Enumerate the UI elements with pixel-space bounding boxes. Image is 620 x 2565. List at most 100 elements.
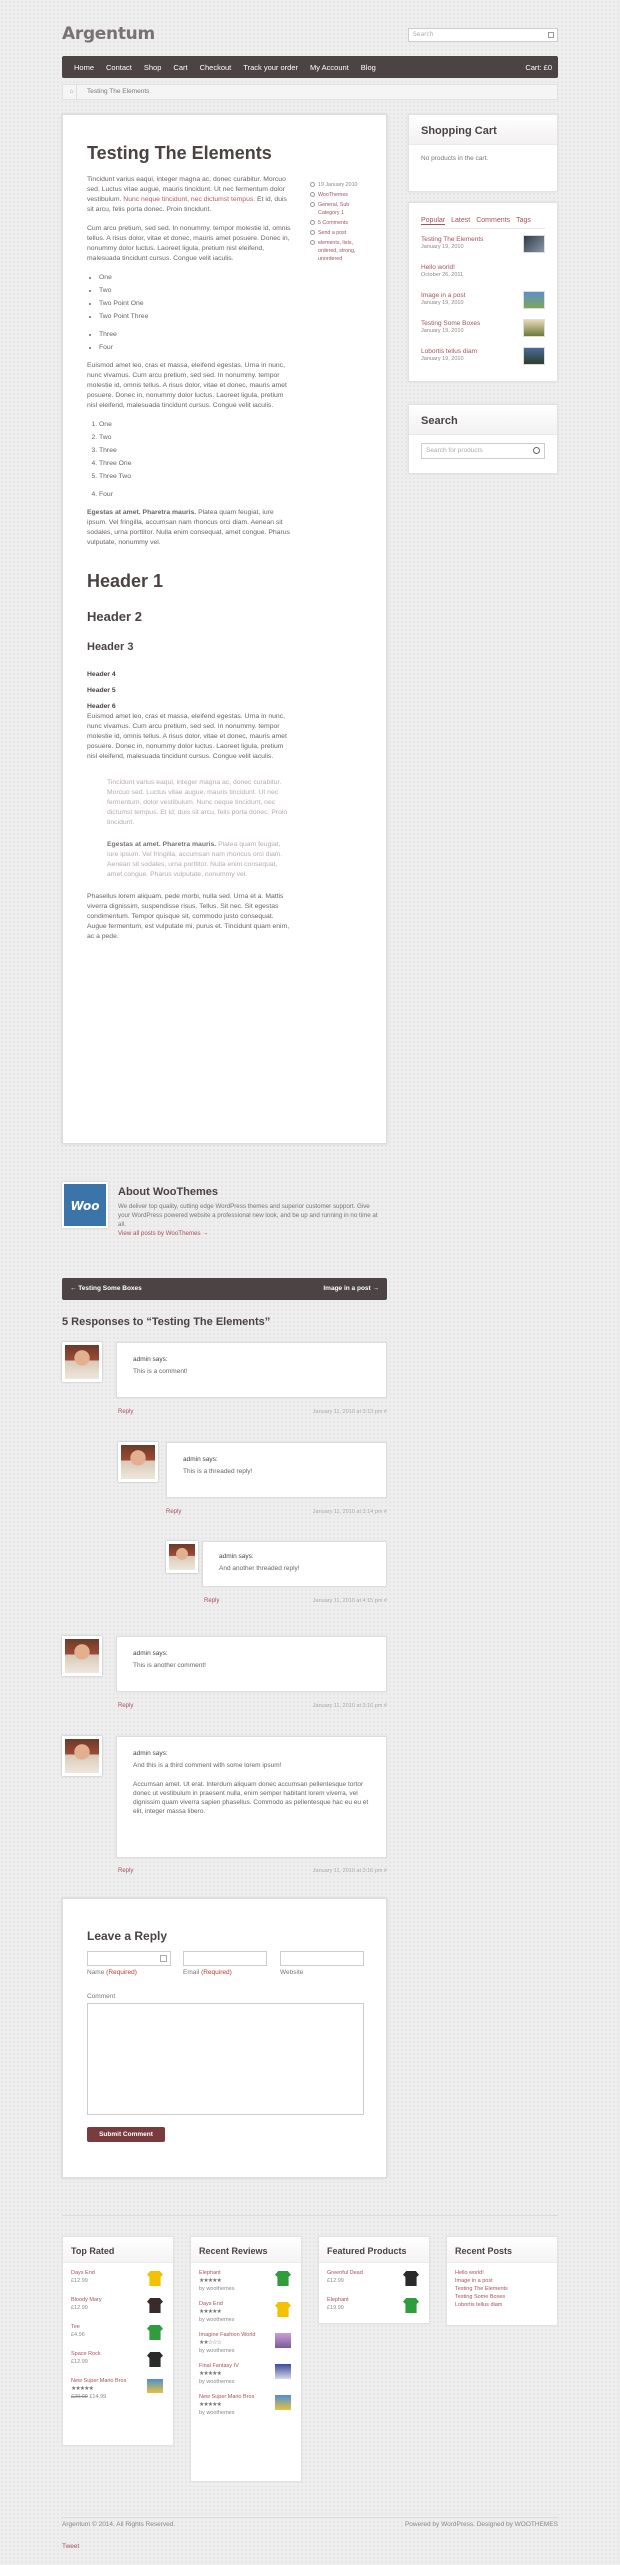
nav-contact[interactable]: Contact [106,63,132,72]
ordered-list: Four [99,490,292,500]
list-item[interactable]: Elephant ★★★★★ by woothemes [199,2269,293,2293]
site-logo[interactable]: Argentum [62,24,155,44]
author-posts-link[interactable]: View all posts by WooThemes → [118,1230,209,1237]
reply-link[interactable]: Reply [118,1868,133,1874]
list-item[interactable]: Imagine Fashion World ★★☆☆☆ by woothemes [199,2331,293,2355]
reply-form-title: Leave a Reply [87,1929,168,1943]
list-item[interactable]: Lobortis tellus diam January 19, 2010 [421,347,545,369]
product-image[interactable] [403,2271,419,2286]
comment: admin says: This is a threaded reply! Rep… [118,1442,387,1515]
mail-icon [310,230,315,235]
product-image[interactable] [147,2298,163,2313]
tab-comments[interactable]: Comments [476,217,510,225]
paragraph: Euismod amet leo, cras et massa, eleifen… [87,362,287,409]
comment-textarea[interactable] [87,2003,364,2115]
product-image[interactable] [275,2364,291,2379]
post-tags[interactable]: elements, lists, ordered, strong, unorde… [310,239,370,263]
comment-date[interactable]: January 11, 2010 at 3:16 pm # [313,1703,387,1709]
post-author[interactable]: WooThemes [310,191,370,199]
product-image[interactable] [147,2325,163,2340]
avatar [62,1636,102,1676]
list-item[interactable]: Days End £12.99 [71,2269,165,2289]
list-item[interactable]: Testing The Elements [455,2285,549,2293]
product-image[interactable] [147,2379,163,2393]
tab-latest[interactable]: Latest [451,217,470,225]
post-thumbnail[interactable] [523,291,545,309]
product-search-input[interactable]: Search for products [421,443,545,459]
search-icon[interactable] [533,447,540,454]
nav-track-order[interactable]: Track your order [243,63,298,72]
list-item[interactable]: Testing The Elements January 19, 2010 [421,235,545,257]
list-item[interactable]: Greenful Dead £12.99 [327,2269,421,2289]
list-item[interactable]: Hello world! [455,2269,549,2277]
list-item[interactable]: Lobortis tellus diam [455,2301,549,2309]
list-item[interactable]: Bloody Mary £12.99 [71,2296,165,2316]
tab-tags[interactable]: Tags [516,217,531,225]
email-field[interactable] [183,1951,267,1966]
avatar [118,1442,158,1482]
name-field[interactable] [87,1951,171,1966]
nav-home[interactable]: Home [74,63,94,72]
post-thumbnail[interactable] [523,235,545,253]
tweet-button[interactable]: Tweet [62,2543,79,2550]
list-item[interactable]: Testing Some Boxes January 19, 2010 [421,319,545,341]
post-comments-count[interactable]: 5 Comments [310,219,370,227]
nav-checkout[interactable]: Checkout [200,63,232,72]
reply-link[interactable]: Reply [204,1598,219,1604]
submit-comment-button[interactable]: Submit Comment [87,2127,165,2142]
next-post-link[interactable]: Image in a post → [323,1278,379,1300]
contact-card-icon [160,1955,167,1962]
list-item[interactable]: Testing Some Boxes [455,2293,549,2301]
post-thumbnail[interactable] [523,347,545,365]
product-image[interactable] [403,2298,419,2313]
prev-post-link[interactable]: ← Testing Some Boxes [70,1285,142,1292]
product-image[interactable] [147,2352,163,2367]
nav-shop[interactable]: Shop [144,63,162,72]
list-item[interactable]: New Super Mario Bros ★★★★★ £20.00 £14.99 [71,2377,165,2401]
list-item[interactable]: Hello world! October 26, 2011 [421,263,545,285]
tab-popular[interactable]: Popular [421,217,446,225]
author-avatar: Woo [62,1182,108,1228]
nav-blog[interactable]: Blog [361,63,376,72]
list-item[interactable]: Image in a post January 19, 2010 [421,291,545,313]
unordered-list: One Two Two Point One Two Point Three [99,273,292,322]
product-image[interactable] [147,2271,163,2286]
product-image[interactable] [275,2333,291,2348]
post-title: Testing The Elements [87,143,272,163]
nav-cart-total[interactable]: Cart: £0 [525,63,552,72]
cart-widget-title: Shopping Cart [409,115,557,145]
comment-date[interactable]: January 11, 2010 at 3:16 pm # [313,1868,387,1874]
header-search-input[interactable]: Search [408,28,558,42]
credit-link[interactable]: Powered by WordPress. Designed by WOOTHE… [405,2521,558,2528]
comment-date[interactable]: January 11, 2010 at 3:14 pm # [313,1509,387,1515]
list-item[interactable]: Final Fantasy IV ★★★★★ by woothemes [199,2362,293,2386]
reply-link[interactable]: Reply [166,1509,181,1515]
reply-link[interactable]: Reply [118,1409,133,1415]
list-item[interactable]: Space Rock £12.99 [71,2350,165,2370]
home-icon[interactable]: ⌂ [67,85,77,99]
nav-my-account[interactable]: My Account [310,63,349,72]
list-item[interactable]: Days End ★★★★★ by woothemes [199,2300,293,2324]
list-item: Three One [99,459,292,469]
post-thumbnail[interactable] [523,319,545,337]
product-image[interactable] [275,2395,291,2410]
product-image[interactable] [275,2302,291,2317]
product-image[interactable] [275,2271,291,2286]
nav-cart[interactable]: Cart [173,63,187,72]
list-item[interactable]: Elephant £19.99 [327,2296,421,2316]
website-field[interactable] [280,1951,364,1966]
list-item: Two [99,286,292,296]
author-title: About WooThemes [118,1186,219,1198]
search-icon[interactable] [548,32,554,38]
reply-link[interactable]: Reply [118,1703,133,1709]
comment-date[interactable]: January 11, 2010 at 4:15 pm # [313,1598,387,1604]
paragraph: Phasellus lorem aliquam, pede morbi, nul… [87,893,290,940]
send-post[interactable]: Send a post [310,229,370,237]
list-item[interactable]: New Super Mario Bros ★★★★★ by woothemes [199,2393,293,2417]
page: Argentum Search Home Contact Shop Cart C… [62,0,558,2550]
post-categories[interactable]: General, Sub Category 1 [310,201,370,217]
comment-date[interactable]: January 11, 2010 at 3:13 pm # [313,1409,387,1415]
list-item[interactable]: Tee £4.96 [71,2323,165,2343]
inline-link[interactable]: Nunc neque tincidunt, nec dictumst tempu… [123,196,255,203]
list-item[interactable]: Image in a post [455,2277,549,2285]
